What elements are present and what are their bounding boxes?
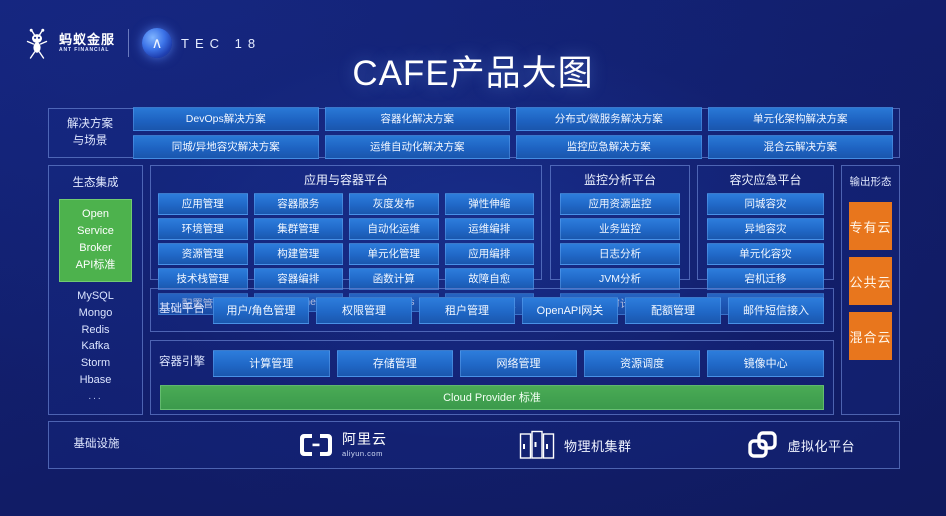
page-title: CAFE产品大图 [352,54,594,93]
ecosystem-component[interactable]: Hbase [49,372,142,389]
app-platform-item[interactable]: 自动化运维 [349,218,439,240]
infrastructure-label: 基础设施 [73,438,120,451]
app-platform-item[interactable]: 故障自愈 [444,268,534,290]
solution-item[interactable]: DevOps解决方案 [133,107,319,131]
app-platform-item[interactable]: 集群管理 [253,218,343,240]
container-engine-row: 容器引擎 计算管理 存储管理 网络管理 资源调度 镜像中心 [151,341,833,385]
disaster-recovery-item[interactable]: 异地容灾 [707,218,824,240]
aliyun-icon [299,432,333,458]
solutions-row-2: 同城/异地容灾解决方案 运维自动化解决方案 监控应急解决方案 混合云解决方案 [133,135,893,159]
monitoring-platform-title: 监控分析平台 [583,173,656,187]
infrastructure-items: 阿里云 aliyun.com 物理机集群 虚拟化平台 [144,430,899,460]
app-platform-item[interactable]: 容器服务 [253,193,343,215]
base-platform-item[interactable]: 租户管理 [419,296,515,324]
container-engine-label: 容器引擎 [159,356,205,369]
virtualization-platform-entry[interactable]: 虚拟化平台 [747,430,856,460]
disaster-recovery-item[interactable]: 单元化容灾 [707,243,824,265]
solutions-section: 解决方案 与场景 DevOps解决方案 容器化解决方案 分布式/微服务解决方案 … [48,107,900,159]
output-forms-section: 输出形态 专有云 公共云 混合云 [841,165,900,415]
output-form-item[interactable]: 专有云 [849,202,892,250]
base-platform-item[interactable]: 权限管理 [316,296,412,324]
monitoring-platform-item[interactable]: 业务监控 [560,218,680,240]
vmware-icon [747,430,779,460]
aliyun-entry[interactable]: 阿里云 aliyun.com [299,431,387,458]
base-platform-label: 基础平台 [159,303,205,316]
ecosystem-integration-section: 生态集成 Open Service Broker API标准 MySQL Mon… [48,165,143,415]
output-form-item[interactable]: 混合云 [849,312,892,360]
solution-item[interactable]: 混合云解决方案 [707,135,893,159]
app-platform-item[interactable]: 技术栈管理 [158,268,248,290]
container-engine-item[interactable]: 镜像中心 [707,349,824,377]
ecosystem-component[interactable]: Storm [49,355,142,372]
container-engine-item[interactable]: 网络管理 [460,349,577,377]
monitoring-platform-item[interactable]: 应用资源监控 [560,193,680,215]
osb-line: API标准 [75,259,116,272]
ecosystem-component-list: MySQL Mongo Redis Kafka Storm Hbase ... [49,288,142,404]
solution-item[interactable]: 运维自动化解决方案 [324,135,510,159]
app-container-platform-section: 应用与容器平台 应用管理 环境管理 资源管理 技术栈管理 配置管理 容器服务 集… [150,165,542,315]
app-platform-item[interactable]: 弹性伸缩 [444,193,534,215]
base-platform-item[interactable]: 邮件短信接入 [728,296,824,324]
base-platform-item[interactable]: 配额管理 [625,296,721,324]
aliyun-label-en: aliyun.com [342,448,383,458]
server-rack-icon [519,430,555,460]
disaster-recovery-platform-title: 容灾应急平台 [729,173,802,187]
ecosystem-component-more: ... [88,390,103,402]
base-platform-item[interactable]: 用户/角色管理 [213,296,309,324]
solutions-label-line2: 与场景 [72,135,108,147]
app-platform-item[interactable]: 构建管理 [253,243,343,265]
app-platform-item[interactable]: 环境管理 [158,218,248,240]
solution-item[interactable]: 监控应急解决方案 [516,135,702,159]
ecosystem-component[interactable]: Kafka [49,338,142,355]
solutions-label-line1: 解决方案 [67,117,113,130]
app-platform-item[interactable]: 单元化管理 [349,243,439,265]
ecosystem-title: 生态集成 [72,177,119,189]
app-platform-item[interactable]: 运维编排 [444,218,534,240]
output-form-item[interactable]: 公共云 [849,257,892,305]
disaster-recovery-item[interactable]: 同城容灾 [707,193,824,215]
base-platform-section: 基础平台 用户/角色管理 权限管理 租户管理 OpenAPI网关 配额管理 邮件… [150,288,834,332]
physical-cluster-entry[interactable]: 物理机集群 [519,430,632,460]
app-platform-item[interactable]: 应用编排 [444,243,534,265]
ecosystem-component[interactable]: MySQL [49,288,142,305]
solution-item[interactable]: 分布式/微服务解决方案 [516,107,702,131]
container-engine-item[interactable]: 计算管理 [213,349,330,377]
app-platform-item[interactable]: 函数计算 [349,268,439,290]
solution-item[interactable]: 单元化架构解决方案 [707,107,893,131]
ecosystem-component[interactable]: Mongo [49,305,142,322]
open-service-broker-box: Open Service Broker API标准 [59,199,132,283]
osb-line: Open [82,208,109,220]
ecosystem-component[interactable]: Redis [49,322,142,339]
virtualization-platform-label: 虚拟化平台 [787,438,856,454]
monitoring-platform-item[interactable]: JVM分析 [560,268,680,290]
monitoring-platform-item[interactable]: 日志分析 [560,243,680,265]
infrastructure-section: 基础设施 阿里云 aliyun.com 物理机集群 虚拟化平台 [48,421,900,469]
app-container-platform-title: 应用与容器平台 [303,173,388,187]
solution-item[interactable]: 同城/异地容灾解决方案 [133,135,319,159]
app-platform-item[interactable]: 资源管理 [158,243,248,265]
solutions-row-1: DevOps解决方案 容器化解决方案 分布式/微服务解决方案 单元化架构解决方案 [133,107,893,131]
aliyun-label-cn: 阿里云 [342,431,387,448]
cloud-provider-standard-banner: Cloud Provider 标准 [160,385,824,410]
container-engine-item[interactable]: 资源调度 [583,349,701,377]
solutions-grid: DevOps解决方案 容器化解决方案 分布式/微服务解决方案 单元化架构解决方案… [131,107,899,159]
app-platform-item[interactable]: 应用管理 [158,193,248,215]
osb-line: Service [77,225,114,238]
aliyun-label: 阿里云 aliyun.com [342,431,387,458]
solutions-section-label: 解决方案 与场景 [49,116,131,151]
container-engine-section: 容器引擎 计算管理 存储管理 网络管理 资源调度 镜像中心 Cloud Prov… [150,340,834,415]
solution-item[interactable]: 容器化解决方案 [324,107,510,131]
container-engine-items: 计算管理 存储管理 网络管理 资源调度 镜像中心 [213,349,833,377]
app-platform-item[interactable]: 灰度发布 [349,193,439,215]
output-forms-title: 输出形态 [849,176,892,188]
app-platform-item[interactable]: 容器编排 [253,268,343,290]
base-platform-item[interactable]: OpenAPI网关 [522,296,618,324]
disaster-recovery-item[interactable]: 宕机迁移 [707,268,824,290]
physical-cluster-label: 物理机集群 [564,438,632,454]
monitoring-analysis-platform-section: 监控分析平台 应用资源监控 业务监控 日志分析 JVM分析 事件审计分析 [550,165,690,315]
disaster-recovery-platform-section: 容灾应急平台 同城容灾 异地容灾 单元化容灾 宕机迁移 应急运维 [697,165,834,315]
base-platform-items: 用户/角色管理 权限管理 租户管理 OpenAPI网关 配额管理 邮件短信接入 [213,296,833,324]
container-engine-item[interactable]: 存储管理 [336,349,454,377]
osb-line: Broker [79,242,112,255]
